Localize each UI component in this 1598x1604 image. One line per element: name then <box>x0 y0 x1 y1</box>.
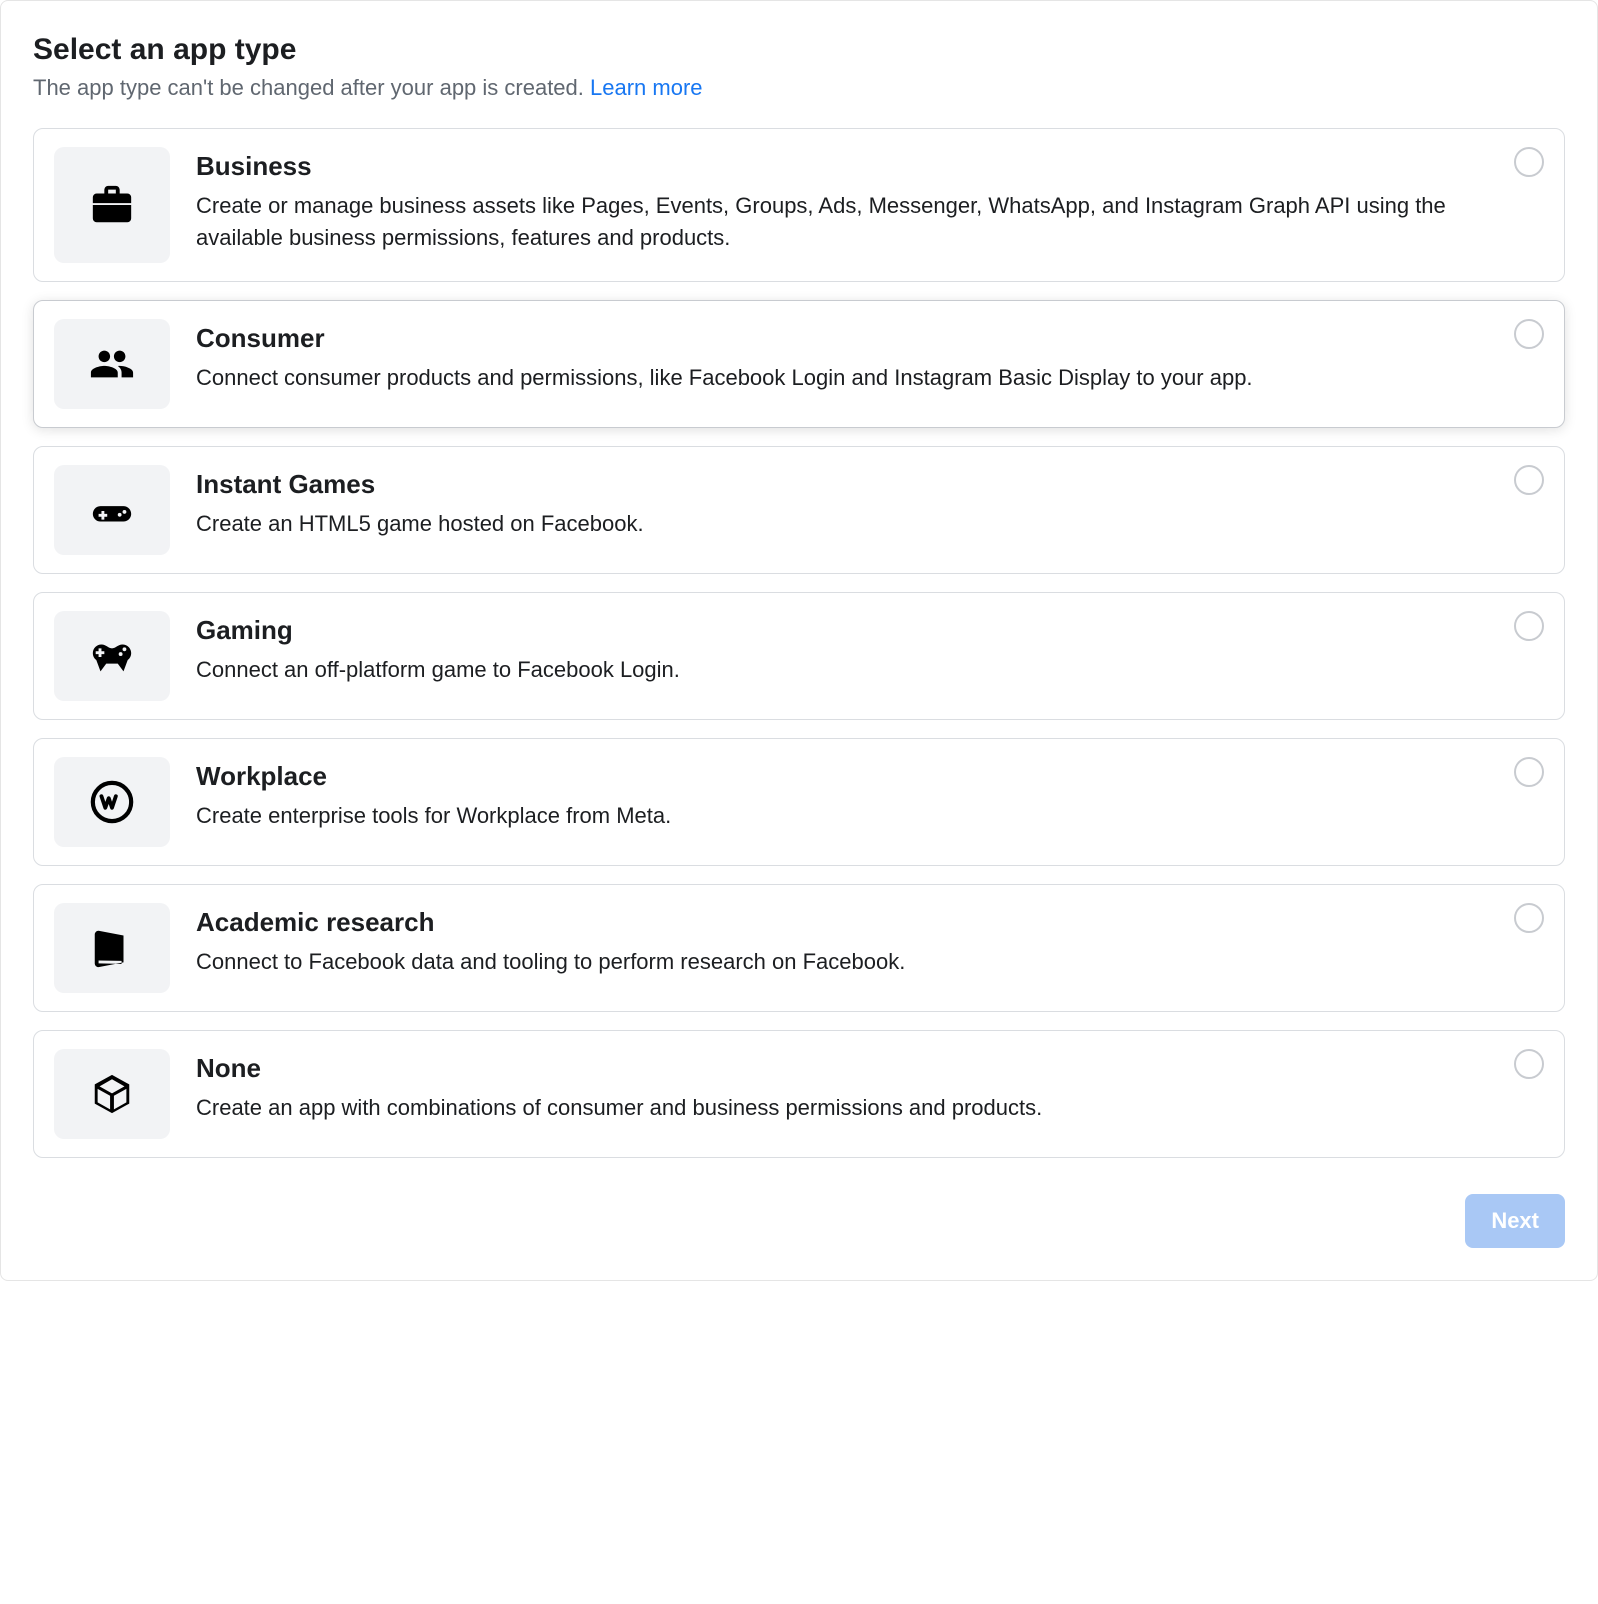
radio-consumer[interactable] <box>1514 319 1544 349</box>
option-instant-games[interactable]: Instant Games Create an HTML5 game hoste… <box>33 446 1565 574</box>
learn-more-link[interactable]: Learn more <box>590 75 703 100</box>
option-workplace[interactable]: Workplace Create enterprise tools for Wo… <box>33 738 1565 866</box>
option-title: Workplace <box>196 761 1484 792</box>
radio-none[interactable] <box>1514 1049 1544 1079</box>
option-business[interactable]: Business Create or manage business asset… <box>33 128 1565 282</box>
radio-instant-games[interactable] <box>1514 465 1544 495</box>
option-desc: Connect an off-platform game to Facebook… <box>196 654 1484 686</box>
option-title: Business <box>196 151 1484 182</box>
controller-flat-icon <box>54 465 170 555</box>
option-desc: Create an HTML5 game hosted on Facebook. <box>196 508 1484 540</box>
briefcase-icon <box>54 147 170 263</box>
footer: Next <box>33 1194 1565 1248</box>
option-title: Instant Games <box>196 469 1484 500</box>
option-content: Workplace Create enterprise tools for Wo… <box>196 757 1544 832</box>
radio-gaming[interactable] <box>1514 611 1544 641</box>
book-icon <box>54 903 170 993</box>
option-desc: Create enterprise tools for Workplace fr… <box>196 800 1484 832</box>
users-icon <box>54 319 170 409</box>
option-desc: Connect consumer products and permission… <box>196 362 1484 394</box>
option-content: Academic research Connect to Facebook da… <box>196 903 1544 978</box>
radio-business[interactable] <box>1514 147 1544 177</box>
header: Select an app type The app type can't be… <box>33 33 1565 104</box>
option-none[interactable]: None Create an app with combinations of … <box>33 1030 1565 1158</box>
option-academic-research[interactable]: Academic research Connect to Facebook da… <box>33 884 1565 1012</box>
app-type-panel: Select an app type The app type can't be… <box>0 0 1598 1281</box>
options-list: Business Create or manage business asset… <box>33 128 1565 1158</box>
option-title: Academic research <box>196 907 1484 938</box>
option-title: Consumer <box>196 323 1484 354</box>
option-content: Instant Games Create an HTML5 game hoste… <box>196 465 1544 540</box>
option-content: Consumer Connect consumer products and p… <box>196 319 1544 394</box>
option-title: Gaming <box>196 615 1484 646</box>
radio-workplace[interactable] <box>1514 757 1544 787</box>
option-content: Gaming Connect an off-platform game to F… <box>196 611 1544 686</box>
page-title: Select an app type <box>33 33 1565 67</box>
option-desc: Create or manage business assets like Pa… <box>196 190 1484 254</box>
subtitle-text: The app type can't be changed after your… <box>33 75 590 100</box>
option-desc: Connect to Facebook data and tooling to … <box>196 946 1484 978</box>
option-desc: Create an app with combinations of consu… <box>196 1092 1484 1124</box>
radio-academic[interactable] <box>1514 903 1544 933</box>
option-content: Business Create or manage business asset… <box>196 147 1544 254</box>
next-button[interactable]: Next <box>1465 1194 1565 1248</box>
option-title: None <box>196 1053 1484 1084</box>
option-gaming[interactable]: Gaming Connect an off-platform game to F… <box>33 592 1565 720</box>
gamepad-icon <box>54 611 170 701</box>
w-circle-icon <box>54 757 170 847</box>
page-subtitle: The app type can't be changed after your… <box>33 73 1565 104</box>
cube-icon <box>54 1049 170 1139</box>
option-content: None Create an app with combinations of … <box>196 1049 1544 1124</box>
option-consumer[interactable]: Consumer Connect consumer products and p… <box>33 300 1565 428</box>
